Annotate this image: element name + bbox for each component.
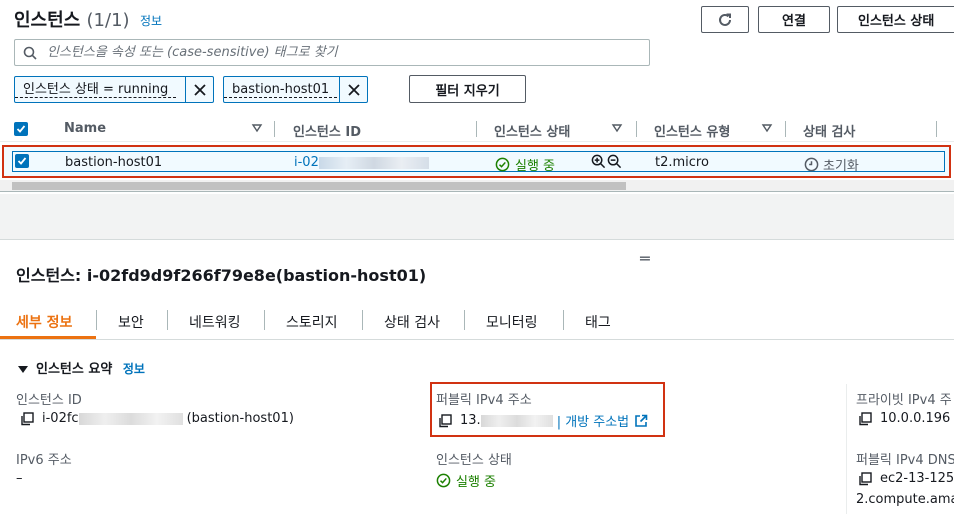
- clear-filters-button[interactable]: 필터 지우기: [409, 75, 526, 103]
- table-header: Name 인스턴스 ID 인스턴스 상태 인스턴스 유형 상태 검사: [0, 117, 954, 142]
- column-divider: [936, 121, 937, 137]
- connect-button[interactable]: 연결: [758, 6, 830, 33]
- active-tab-indicator: [0, 336, 96, 339]
- check-icon: [16, 125, 26, 133]
- cell-status-check: 초기화: [804, 155, 859, 174]
- tab-networking[interactable]: 네트워킹: [189, 312, 241, 332]
- column-divider: [785, 121, 786, 137]
- detail-title: 인스턴스: i-02fd9d9f266f79e8e(bastion-host01…: [16, 266, 427, 285]
- check-circle-icon: [436, 473, 451, 488]
- copy-icon[interactable]: [858, 471, 872, 486]
- copy-icon[interactable]: [438, 413, 452, 428]
- public-ipv4-label: 퍼블릭 IPv4 주소: [436, 393, 532, 408]
- filter-token-label: bastion-host01: [224, 82, 338, 98]
- external-link-icon[interactable]: [634, 414, 648, 428]
- column-divider: [274, 121, 275, 137]
- remove-filter-button[interactable]: [339, 77, 367, 102]
- public-dns-label: 퍼블릭 IPv4 DNS: [856, 453, 954, 468]
- cell-instance-state: 실행 중: [495, 155, 555, 174]
- column-header-name[interactable]: Name: [64, 121, 106, 136]
- sort-caret-icon[interactable]: [611, 122, 623, 134]
- column-header-instance-id[interactable]: 인스턴스 ID: [293, 121, 361, 140]
- column-header-status-check[interactable]: 상태 검사: [803, 121, 855, 140]
- tab-divider: [563, 310, 564, 330]
- redacted-text: [78, 412, 183, 425]
- filter-token-name: bastion-host01: [223, 76, 368, 103]
- scrollbar-thumb[interactable]: [12, 182, 626, 190]
- check-icon: [17, 157, 27, 165]
- sort-caret-icon[interactable]: [761, 122, 773, 134]
- close-icon: [347, 83, 360, 96]
- cell-name: bastion-host01: [65, 155, 163, 170]
- instance-id-label: 인스턴스 ID: [16, 393, 82, 408]
- column-divider: [636, 121, 637, 137]
- redacted-text: [318, 156, 429, 169]
- info-link[interactable]: 정보: [140, 12, 162, 29]
- instance-count: (1/1): [86, 10, 130, 31]
- split-panel-gap: [0, 194, 954, 240]
- tab-storage[interactable]: 스토리지: [286, 312, 338, 332]
- column-header-instance-state[interactable]: 인스턴스 상태: [494, 121, 570, 140]
- instance-id-value: i-02fc (bastion-host01): [20, 411, 294, 426]
- filter-token-state: 인스턴스 상태 = running: [14, 76, 214, 103]
- tab-monitoring[interactable]: 모니터링: [486, 312, 538, 332]
- page-title: 인스턴스 (1/1): [14, 10, 130, 31]
- tab-details[interactable]: 세부 정보: [16, 312, 72, 332]
- row-checkbox[interactable]: [15, 154, 29, 168]
- close-icon: [193, 83, 206, 96]
- tab-divider: [264, 310, 265, 330]
- tab-tags[interactable]: 태그: [585, 312, 611, 332]
- zoom-out-icon[interactable]: [607, 154, 622, 169]
- column-divider: [476, 121, 477, 137]
- instance-state-value: 실행 중: [436, 471, 496, 490]
- tab-status-checks[interactable]: 상태 검사: [384, 312, 440, 332]
- private-ipv4-value: 10.0.0.196: [858, 411, 950, 426]
- search-field[interactable]: [14, 39, 650, 66]
- tab-divider: [464, 310, 465, 330]
- instance-state-label: 인스턴스 상태: [436, 453, 512, 468]
- sort-caret-icon[interactable]: [251, 122, 263, 134]
- column-header-instance-type[interactable]: 인스턴스 유형: [654, 121, 730, 140]
- private-ipv4-label: 프라이빗 IPv4 주: [856, 393, 952, 408]
- copy-icon[interactable]: [858, 411, 872, 426]
- ipv6-label: IPv6 주소: [16, 453, 72, 468]
- tab-security[interactable]: 보안: [118, 312, 144, 332]
- table-row[interactable]: bastion-host01 i-02 실행 중 t2.micro 초기화: [2, 145, 951, 178]
- instance-state-button[interactable]: 인스턴스 상태: [837, 6, 954, 33]
- remove-filter-button[interactable]: [185, 77, 213, 102]
- tab-divider: [96, 310, 97, 330]
- caret-down-icon: [18, 366, 28, 373]
- select-all-checkbox[interactable]: [14, 122, 28, 136]
- copy-icon[interactable]: [20, 411, 34, 426]
- zoom-in-icon[interactable]: [591, 154, 606, 169]
- search-input[interactable]: [47, 45, 627, 60]
- cell-instance-id[interactable]: i-02: [294, 155, 429, 170]
- search-icon: [23, 46, 37, 60]
- cell-instance-type: t2.micro: [655, 155, 709, 170]
- column-divider: [846, 384, 847, 514]
- public-dns-value: ec2-13-125: [858, 471, 954, 486]
- horizontal-scrollbar[interactable]: [0, 180, 954, 192]
- public-dns-value-continued: 2.compute.ama: [856, 492, 954, 507]
- section-header[interactable]: 인스턴스 요약 정보: [18, 358, 145, 377]
- section-info-link[interactable]: 정보: [123, 362, 145, 376]
- resize-handle-icon[interactable]: ═: [640, 249, 650, 268]
- redacted-text: [480, 414, 553, 427]
- tab-divider: [362, 310, 363, 330]
- refresh-button[interactable]: [701, 6, 749, 33]
- clock-icon: [804, 157, 819, 172]
- refresh-icon: [719, 13, 731, 26]
- open-address-link[interactable]: | 개방 주소법: [557, 411, 629, 430]
- detail-tabs: 세부 정보 보안 네트워킹 스토리지 상태 검사 모니터링 태그: [0, 300, 954, 340]
- public-ipv4-value: 13. | 개방 주소법: [438, 411, 648, 430]
- filter-token-label: 인스턴스 상태 = running: [15, 82, 177, 98]
- check-circle-icon: [495, 157, 510, 172]
- ipv6-value: –: [16, 471, 23, 486]
- tab-divider: [167, 310, 168, 330]
